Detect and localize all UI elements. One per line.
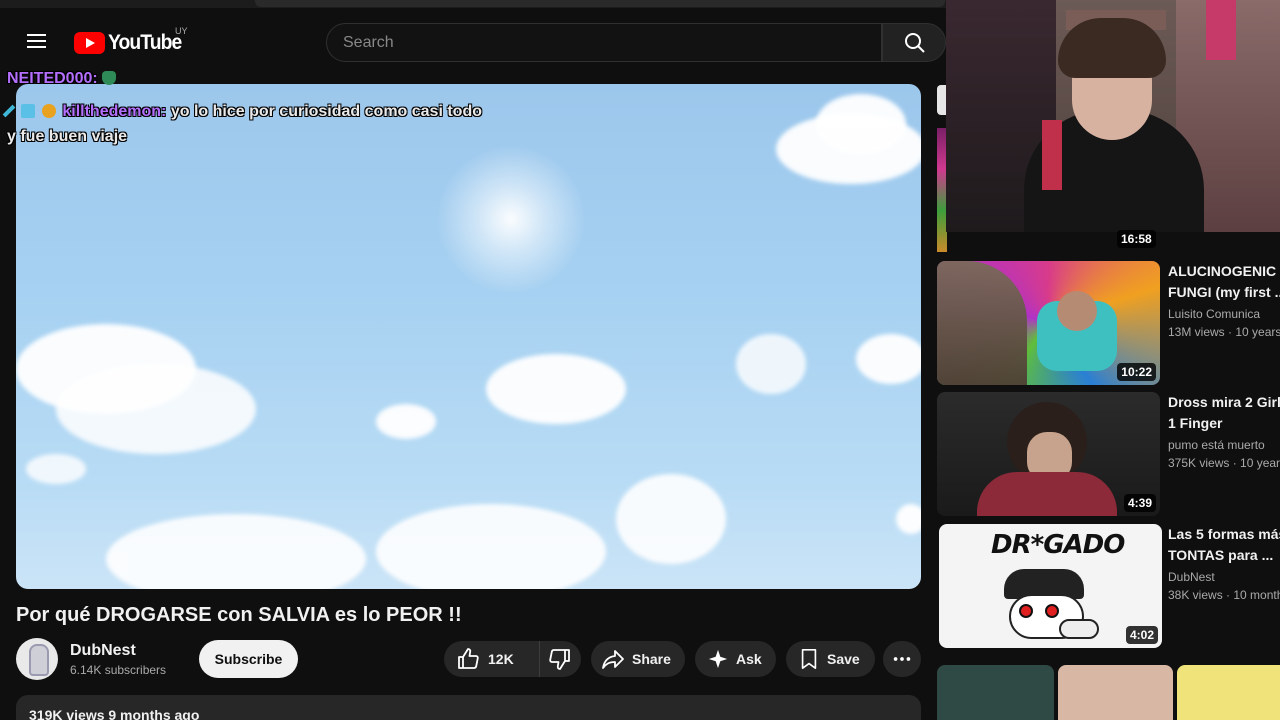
youtube-logo[interactable]: YouTube UY [74, 26, 188, 56]
channel-name[interactable]: Luisito Comunica [1168, 307, 1280, 321]
video-title: Dross mira 2 Girls [1168, 394, 1280, 410]
video-thumbnail[interactable] [1177, 665, 1280, 720]
video-thumbnail[interactable] [1058, 665, 1173, 720]
channel-name[interactable]: pumo está muerto [1168, 438, 1280, 452]
browser-tab-strip [0, 0, 946, 8]
video-title-line2: 1 Finger [1168, 415, 1223, 431]
chat-message: NEITED000: [7, 70, 118, 88]
thumbs-up-icon [458, 648, 479, 669]
info-badge-icon [41, 104, 56, 118]
channel-name[interactable]: DubNest [70, 642, 166, 660]
video-title: Por qué DROGARSE con SALVIA es lo PEOR !… [16, 604, 462, 626]
logo-text: YouTube [108, 31, 182, 54]
chat-text: yo lo hice por curiosidad como casi todo [170, 103, 482, 120]
search-icon [905, 32, 925, 53]
bookmark-icon [801, 649, 817, 669]
youtube-play-icon [74, 32, 105, 54]
subscriber-count: 6.14K subscribers [70, 662, 167, 677]
dislike-button[interactable] [540, 641, 580, 677]
sparkle-icon [708, 649, 728, 669]
video-title: Las 5 formas más [1168, 526, 1280, 542]
recommended-video[interactable]: 10:22 ALUCINOGENIC FUNGI (my first ... L… [937, 261, 1280, 385]
chat-message: killthedemon: yo lo hice por curiosidad … [2, 103, 482, 121]
video-thumbnail[interactable]: DR*GADO 4:02 [939, 524, 1162, 648]
video-title-line2: TONTAS para ... [1168, 547, 1274, 563]
video-player[interactable] [16, 84, 921, 589]
video-duration: 4:39 [1123, 494, 1156, 512]
more-actions-button[interactable] [883, 641, 921, 677]
video-stats: 375K views · 10 years ago [1168, 456, 1280, 470]
share-label: Share [632, 651, 671, 667]
subscribe-button[interactable]: Subscribe [199, 640, 298, 678]
video-thumbnail[interactable] [937, 665, 1054, 720]
thumbs-down-icon [549, 649, 570, 670]
search-input[interactable] [343, 33, 881, 52]
video-stats: 13M views · 10 years ago [1168, 325, 1280, 339]
search-button[interactable] [882, 23, 946, 62]
sword-icon [2, 104, 16, 118]
channel-owner: DubNest 6.14K subscribers [16, 638, 166, 680]
video-title-line2: FUNGI (my first ... [1168, 284, 1280, 300]
video-duration: 10:22 [1117, 363, 1156, 381]
chat-username: NEITED000: [7, 70, 98, 87]
more-horizontal-icon [893, 657, 911, 661]
chat-username: killthedemon: [62, 103, 167, 120]
description-box[interactable]: 319K views 9 months ago [16, 695, 921, 720]
recommended-video[interactable]: 4:39 Dross mira 2 Girls 1 Finger pumo es… [937, 392, 1280, 516]
chat-message: y fue buen viaje [7, 128, 127, 146]
save-button[interactable]: Save [786, 641, 875, 677]
sidebar-chip[interactable] [937, 85, 946, 115]
ask-button[interactable]: Ask [695, 641, 776, 677]
menu-icon[interactable] [24, 30, 50, 56]
webcam-overlay [946, 0, 1280, 232]
country-code: UY [175, 26, 188, 36]
video-stats: 38K views · 10 months ago [1168, 588, 1280, 602]
emote-icon [102, 71, 117, 85]
browser-tab[interactable] [255, 0, 945, 7]
video-thumbnail[interactable]: 10:22 [937, 261, 1160, 385]
chat-text: y fue buen viaje [7, 128, 128, 145]
recommended-video[interactable]: DR*GADO 4:02 Las 5 formas más TONTAS par… [937, 524, 1280, 648]
like-button[interactable]: 12K [444, 641, 540, 677]
video-title: ALUCINOGENIC [1168, 263, 1277, 279]
channel-avatar[interactable] [16, 638, 58, 680]
channel-name[interactable]: DubNest [1168, 570, 1280, 584]
like-count: 12K [488, 651, 514, 667]
snowflake-icon [21, 104, 36, 118]
save-label: Save [827, 651, 860, 667]
share-icon [602, 650, 624, 669]
video-duration: 16:58 [1117, 230, 1156, 248]
ask-label: Ask [736, 651, 762, 667]
thumbnail-text: DR*GADO [991, 530, 1125, 560]
sun-glow [436, 144, 586, 294]
share-button[interactable]: Share [591, 641, 685, 677]
search-box[interactable] [326, 23, 882, 62]
like-dislike-group: 12K [444, 641, 581, 677]
video-duration: 4:02 [1125, 626, 1158, 644]
view-count-and-date: 319K views 9 months ago [29, 707, 200, 720]
video-thumbnail[interactable]: 4:39 [937, 392, 1160, 516]
